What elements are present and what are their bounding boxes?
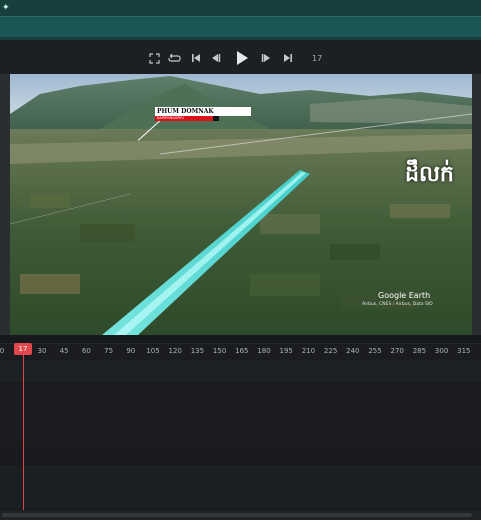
ruler-tick-label: 0 — [0, 347, 5, 355]
frame-count: 17 — [312, 54, 323, 63]
timeline-track[interactable] — [0, 383, 481, 444]
skip-end-icon[interactable] — [280, 50, 296, 66]
ruler-tick-label: 240 — [346, 347, 360, 355]
ruler-tick-label: 255 — [368, 347, 382, 355]
pin-icon[interactable]: ✦ — [2, 3, 10, 13]
preview-left-margin — [0, 74, 10, 335]
ruler-tick-label: 45 — [59, 347, 69, 355]
ruler-tick-label: 315 — [457, 347, 471, 355]
scrollbar-thumb[interactable] — [2, 513, 472, 517]
ruler-tick-label: 105 — [146, 347, 160, 355]
location-label: PHUM DOMNAK KAMPONGSPEU — [155, 107, 251, 121]
ruler-tick-label: 135 — [190, 347, 205, 355]
ruler-tick-label: 195 — [279, 347, 293, 355]
top-strip — [0, 16, 481, 37]
imagery-attribution: Airbus, CNES / Airbus, Data SIO — [362, 302, 433, 307]
ruler-tick-label: 300 — [434, 347, 449, 355]
playhead-line[interactable] — [23, 355, 24, 520]
timeline-ruler[interactable]: 0 30 45 60 75 90 105 120 135 150 165 180 195 210 225 24… — [0, 343, 481, 360]
ruler-tick-label: 210 — [301, 347, 316, 355]
preview-right-margin — [472, 74, 481, 335]
ruler-tick-label: 150 — [212, 347, 227, 355]
ruler-tick-label: 270 — [390, 347, 404, 355]
timeline-scrollbar[interactable] — [0, 510, 481, 520]
timeline-track[interactable] — [0, 360, 481, 383]
location-subtitle: KAMPONGSPEU — [155, 116, 219, 121]
ruler-tick-label: 285 — [412, 347, 427, 355]
timeline-track[interactable] — [0, 444, 481, 465]
fullscreen-icon[interactable] — [146, 50, 162, 66]
ruler-tick-label: 30 — [37, 347, 47, 355]
playback-controls: 17 — [0, 40, 481, 76]
khmer-title: ដឹលក់ — [405, 162, 454, 187]
playhead-marker[interactable]: 17 — [14, 343, 32, 355]
skip-start-icon[interactable] — [188, 50, 204, 66]
ruler-tick-label: 180 — [257, 347, 271, 355]
ruler-tick-label: 60 — [81, 347, 91, 355]
play-icon[interactable] — [232, 48, 252, 68]
step-back-icon[interactable] — [208, 50, 224, 66]
ruler-tick-label: 225 — [323, 347, 338, 355]
location-title: PHUM DOMNAK — [155, 107, 251, 116]
ruler-tick-label: 75 — [104, 347, 114, 355]
top-bar: ✦ — [0, 0, 481, 40]
loop-icon[interactable] — [166, 50, 182, 66]
google-earth-logo: Google Earth — [378, 291, 431, 300]
timeline-track[interactable] — [0, 465, 481, 510]
step-forward-icon[interactable] — [258, 50, 274, 66]
ruler-tick-label: 165 — [235, 347, 249, 355]
ruler-tick-label: 90 — [126, 347, 136, 355]
ruler-tick-label: 120 — [168, 347, 182, 355]
